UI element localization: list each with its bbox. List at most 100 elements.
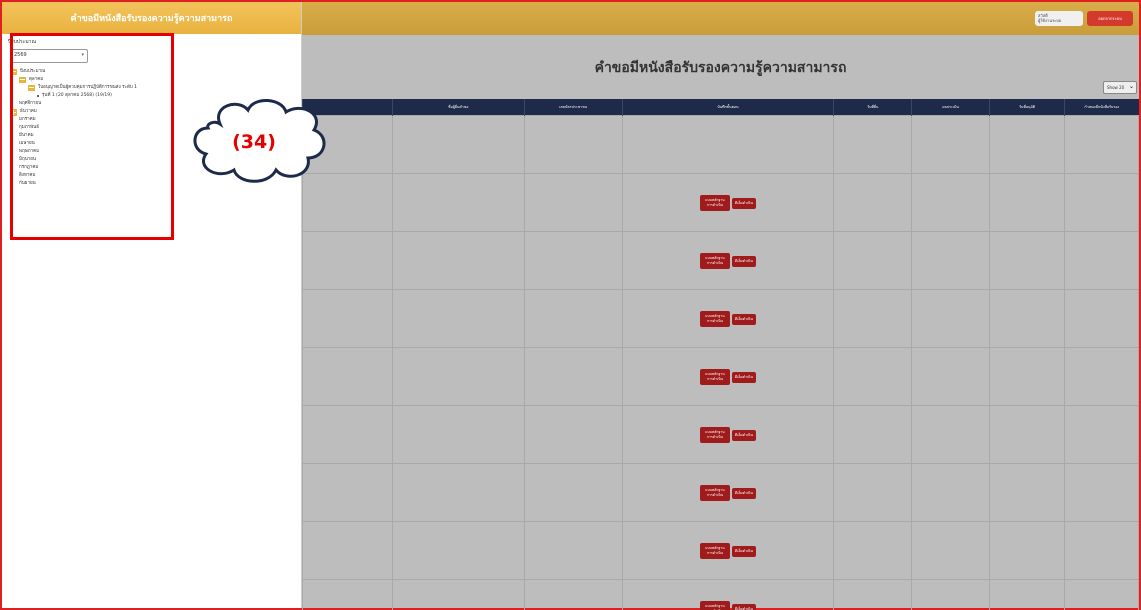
table-row (302, 114, 1139, 174)
evidence-button[interactable]: แบบหลักฐาน การดำเนิน (699, 253, 730, 269)
table-cell (391, 172, 525, 232)
table-cell (833, 230, 913, 290)
column-header[interactable]: บันทึกขั้นตอน (621, 99, 834, 115)
table-cell (391, 578, 525, 610)
evidence-button[interactable]: แบบหลักฐาน การดำเนิน (699, 195, 730, 211)
evidence-button[interactable]: แบบหลักฐาน การดำเนิน (699, 543, 730, 559)
table-cell (911, 172, 991, 232)
table-cell: แบบหลักฐาน การดำเนินดีเอ็ดดำเนิน (621, 346, 835, 406)
main-content: คำขอมีหนังสือรับรองความรู้ความสามารถ Sho… (302, 35, 1139, 610)
table-header-row: ชื่อผู้ยื่นคำขอ เลขบัตรประชาชน บันทึกขั้นต… (302, 99, 1139, 115)
evidence-button[interactable]: แบบหลักฐาน การดำเนิน (699, 485, 730, 501)
table-row: แบบหลักฐาน การดำเนินดีเอ็ดดำเนิน (302, 288, 1139, 348)
table-cell: แบบหลักฐาน การดำเนินดีเอ็ดดำเนิน (621, 462, 835, 522)
evidence-button[interactable]: แบบหลักฐาน การดำเนิน (699, 601, 730, 610)
table-row: แบบหลักฐาน การดำเนินดีเอ็ดดำเนิน (302, 172, 1139, 232)
user-name: ผู้ใช้งานระบบ (1038, 18, 1062, 23)
table-cell (621, 114, 835, 174)
table-cell (989, 346, 1066, 406)
column-header[interactable]: วันที่ยื่น (833, 99, 912, 115)
column-header[interactable]: ผลประเมิน (911, 99, 990, 115)
table-cell (302, 346, 393, 406)
table-cell (302, 578, 393, 610)
table-cell (391, 230, 525, 290)
table-cell (1064, 230, 1139, 290)
evidence-button[interactable]: แบบหลักฐาน การดำเนิน (699, 427, 730, 443)
process-button[interactable]: ดีเอ็ดดำเนิน (731, 371, 756, 383)
table-cell (1064, 404, 1139, 464)
table-cell (989, 172, 1066, 232)
table-cell: แบบหลักฐาน การดำเนินดีเอ็ดดำเนิน (621, 520, 835, 580)
table-cell (1064, 520, 1139, 580)
logout-button[interactable]: ออกจากระบบ (1087, 11, 1133, 26)
column-header[interactable]: วันที่อนุมัติ (989, 99, 1065, 115)
evidence-button[interactable]: แบบหลักฐาน การดำเนิน (699, 369, 730, 385)
evidence-button[interactable]: แบบหลักฐาน การดำเนิน (699, 311, 730, 327)
process-button[interactable]: ดีเอ็ดดำเนิน (731, 429, 756, 441)
logout-label: ออกจากระบบ (1098, 16, 1122, 21)
table-cell: แบบหลักฐาน การดำเนินดีเอ็ดดำเนิน (621, 230, 835, 290)
table-cell (391, 346, 525, 406)
table-cell (1064, 346, 1139, 406)
table-cell (1064, 578, 1139, 610)
table-cell (391, 114, 525, 174)
table-row: แบบหลักฐาน การดำเนินดีเอ็ดดำเนิน (302, 520, 1139, 580)
table-cell: แบบหลักฐาน การดำเนินดีเอ็ดดำเนิน (621, 172, 835, 232)
table-cell (911, 520, 991, 580)
table-cell (391, 404, 525, 464)
process-button[interactable]: ดีเอ็ดดำเนิน (731, 603, 756, 610)
table-cell (989, 230, 1066, 290)
table-cell (989, 404, 1066, 464)
process-button[interactable]: ดีเอ็ดดำเนิน (731, 313, 756, 325)
table-cell (391, 462, 525, 522)
table-cell (523, 404, 623, 464)
process-button[interactable]: ดีเอ็ดดำเนิน (731, 487, 756, 499)
column-header[interactable]: กำหนดมีหนังสือรับรอง (1064, 99, 1139, 115)
table-row: แบบหลักฐาน การดำเนินดีเอ็ดดำเนิน (302, 346, 1139, 406)
table-cell (523, 462, 623, 522)
column-header[interactable]: เลขบัตรประชาชน (523, 99, 623, 115)
table-row: แบบหลักฐาน การดำเนินดีเอ็ดดำเนิน (302, 462, 1139, 522)
requests-table: ชื่อผู้ยื่นคำขอ เลขบัตรประชาชน บันทึกขั้นต… (302, 99, 1139, 610)
table-cell (989, 578, 1066, 610)
table-cell (1064, 172, 1139, 232)
table-cell (833, 462, 913, 522)
process-button[interactable]: ดีเอ็ดดำเนิน (731, 197, 756, 209)
table-cell (391, 520, 525, 580)
table-cell (911, 288, 991, 348)
table-cell (302, 404, 393, 464)
table-cell (911, 114, 991, 174)
process-button[interactable]: ดีเอ็ดดำเนิน (731, 255, 756, 267)
top-bar: สวัสดี ผู้ใช้งานระบบ ออกจากระบบ (302, 2, 1139, 35)
table-cell (302, 288, 393, 348)
table-row: แบบหลักฐาน การดำเนินดีเอ็ดดำเนิน (302, 404, 1139, 464)
callout-label: (34) (232, 131, 276, 153)
table-cell (911, 462, 991, 522)
table-cell (523, 346, 623, 406)
table-cell (833, 346, 913, 406)
user-menu-button[interactable]: สวัสดี ผู้ใช้งานระบบ (1035, 11, 1083, 26)
table-cell: แบบหลักฐาน การดำเนินดีเอ็ดดำเนิน (621, 404, 835, 464)
table-cell (523, 578, 623, 610)
column-header[interactable]: ชื่อผู้ยื่นคำขอ (391, 99, 525, 115)
process-button[interactable]: ดีเอ็ดดำเนิน (731, 545, 756, 557)
table-cell (833, 578, 913, 610)
chevron-down-icon: ⌄ (1128, 83, 1134, 90)
table-cell (302, 230, 393, 290)
table-cell (911, 230, 991, 290)
table-cell (989, 288, 1066, 348)
table-cell (1064, 114, 1139, 174)
table-cell (833, 172, 913, 232)
table-cell (523, 520, 623, 580)
table-cell (1064, 462, 1139, 522)
table-cell (833, 114, 913, 174)
table-row: แบบหลักฐาน การดำเนินดีเอ็ดดำเนิน (302, 230, 1139, 290)
sidebar-header: คำขอมีหนังสือรับรองความรู้ความสามารถ (2, 2, 301, 34)
table-cell (833, 520, 913, 580)
annotation-highlight-box (10, 33, 174, 240)
table-cell (989, 462, 1066, 522)
table-cell (523, 114, 623, 174)
page-size-select[interactable]: Show 20 ⌄ (1103, 81, 1137, 94)
table-cell (302, 520, 393, 580)
page-size-value: Show 20 (1107, 85, 1125, 90)
